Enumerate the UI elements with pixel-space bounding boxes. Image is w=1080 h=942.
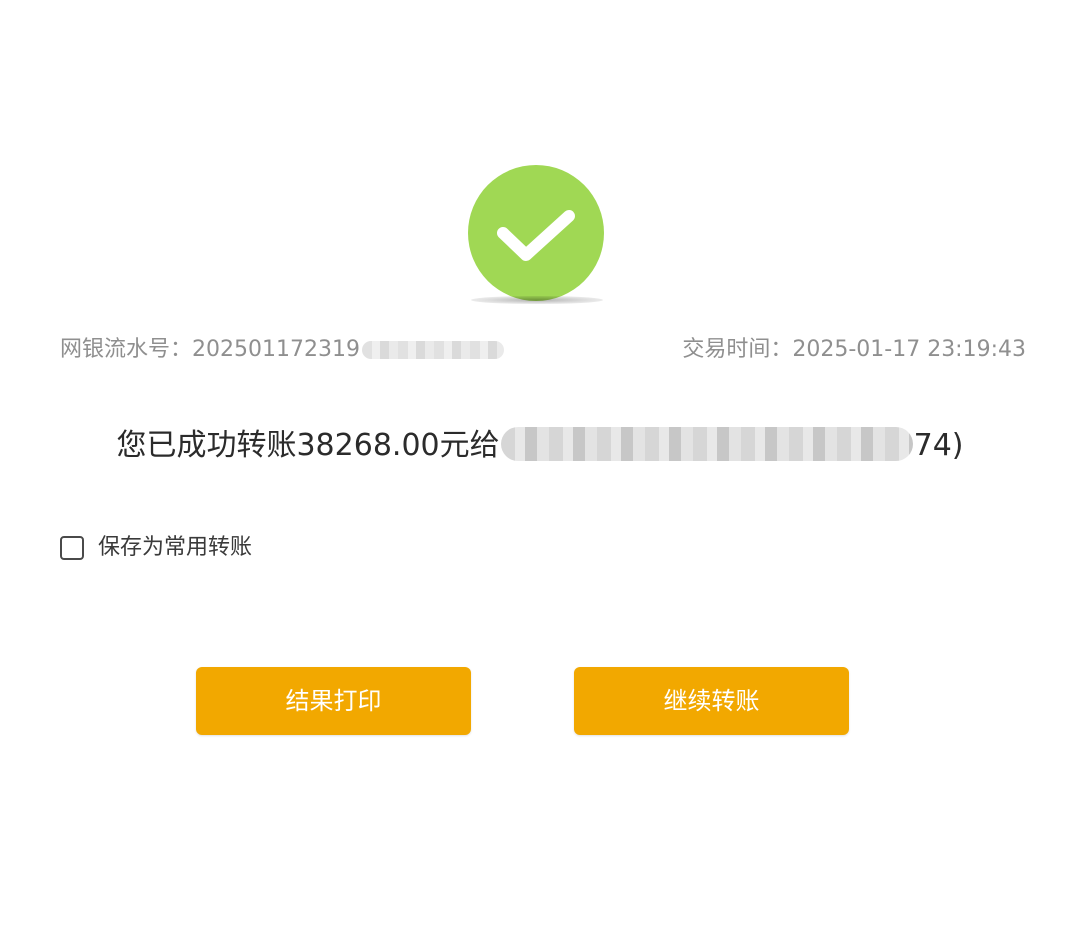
save-favorite-label: 保存为常用转账: [98, 535, 253, 560]
print-result-button[interactable]: 结果打印: [196, 667, 471, 735]
serial-number-masked: [361, 341, 504, 359]
success-check-icon: [468, 165, 604, 301]
serial-number-value: 202501172319: [192, 337, 360, 362]
serial-number-row: 网银流水号：202501172319: [60, 334, 504, 366]
save-favorite-option[interactable]: 保存为常用转账: [60, 532, 252, 564]
message-suffix: 74): [913, 428, 964, 463]
payee-masked: [500, 427, 913, 461]
continue-transfer-button[interactable]: 继续转账: [574, 667, 849, 735]
transaction-time-label: 交易时间：: [682, 337, 793, 362]
icon-shadow: [471, 296, 603, 304]
checkmark-icon: [497, 210, 575, 261]
message-prefix: 您已成功转账38268.00元给: [116, 428, 500, 463]
transaction-time-row: 交易时间：2025-01-17 23:19:43: [682, 334, 1026, 366]
serial-number-label: 网银流水号：: [60, 337, 193, 362]
transaction-time-value: 2025-01-17 23:19:43: [792, 337, 1026, 362]
transfer-success-message: 您已成功转账38268.00元给 74): [0, 424, 1080, 468]
save-favorite-checkbox[interactable]: [60, 536, 84, 560]
